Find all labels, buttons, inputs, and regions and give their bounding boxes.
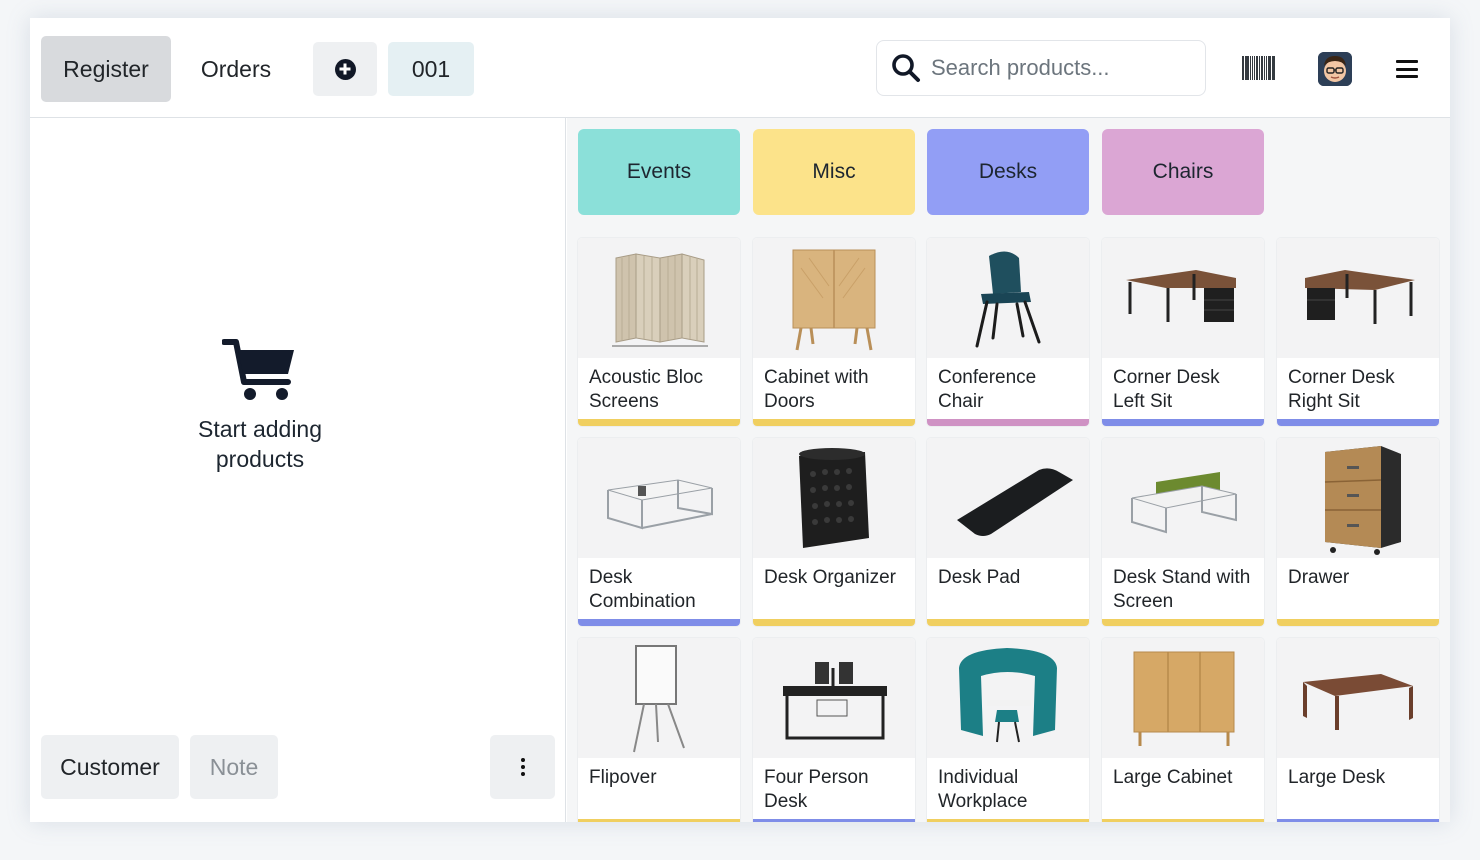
product-image-corner-desk-left [1102, 238, 1264, 358]
orders-button[interactable]: Orders [180, 36, 292, 102]
register-button[interactable]: Register [41, 36, 171, 102]
product-card[interactable]: Corner Desk Left Sit [1102, 238, 1264, 426]
category-chairs[interactable]: Chairs [1102, 129, 1264, 215]
product-card[interactable]: Individual Workplace [927, 638, 1089, 822]
register-label: Register [63, 55, 149, 82]
product-card[interactable]: Desk Combination [578, 438, 740, 626]
category-color-bar [578, 819, 740, 822]
new-order-button[interactable] [313, 42, 377, 96]
orders-label: Orders [200, 55, 272, 82]
product-image-desk-organizer [753, 438, 915, 558]
category-desks-label: Desks [978, 160, 1038, 183]
product-card[interactable]: Cabinet with Doors [753, 238, 915, 426]
product-image-drawer [1277, 438, 1439, 558]
product-name: Four Person Desk [764, 767, 869, 812]
shopping-cart-icon [222, 339, 294, 400]
product-card[interactable]: Flipover [578, 638, 740, 822]
product-card[interactable]: Acoustic Bloc Screens [578, 238, 740, 426]
plus-circle-icon [334, 58, 356, 80]
product-card[interactable]: Four Person Desk [753, 638, 915, 822]
product-card[interactable]: Desk Organizer [753, 438, 915, 626]
search-box[interactable] [876, 40, 1206, 96]
category-color-bar [927, 819, 1089, 822]
order-number: 001 [411, 55, 451, 82]
product-image-large-desk [1277, 638, 1439, 758]
category-color-bar [927, 619, 1089, 626]
product-name: Corner Desk Right Sit [1288, 367, 1395, 412]
product-card[interactable]: Corner Desk Right Sit [1277, 238, 1439, 426]
hamburger-menu-icon[interactable] [1396, 60, 1418, 78]
product-name: Cabinet with Doors [764, 367, 869, 412]
vertical-dots-icon [520, 758, 525, 776]
product-name: Large Desk [1288, 767, 1386, 788]
category-events-label: Events [626, 160, 692, 183]
order-tab-001[interactable]: 001 [388, 42, 474, 96]
category-misc-label: Misc [812, 160, 856, 183]
product-card[interactable]: Large Cabinet [1102, 638, 1264, 822]
search-icon [892, 54, 920, 82]
category-events[interactable]: Events [578, 129, 740, 215]
category-color-bar [753, 419, 915, 426]
empty-cart-line2: products [215, 446, 305, 472]
category-color-bar [753, 819, 915, 822]
product-image-corner-desk-right [1277, 238, 1439, 358]
product-image-large-cabinet [1102, 638, 1264, 758]
product-image-desk-pad [927, 438, 1089, 558]
empty-cart-state: Start adding products [30, 338, 490, 474]
category-desks[interactable]: Desks [927, 129, 1089, 215]
product-name: Desk Combination [589, 567, 696, 612]
order-panel: Start adding products Customer Note [30, 118, 566, 822]
category-color-bar [1277, 819, 1439, 822]
product-name: Desk Stand with Screen [1113, 567, 1251, 612]
empty-cart-line1: Start adding [197, 416, 323, 442]
category-color-bar [1277, 419, 1439, 426]
product-name: Large Cabinet [1113, 767, 1233, 788]
category-color-bar [753, 619, 915, 626]
product-image-acoustic-screens [578, 238, 740, 358]
product-card[interactable]: Drawer [1277, 438, 1439, 626]
product-card[interactable]: Conference Chair [927, 238, 1089, 426]
category-color-bar [1102, 819, 1264, 822]
customer-label: Customer [60, 753, 160, 780]
note-button[interactable]: Note [190, 735, 278, 799]
note-label: Note [209, 753, 259, 780]
product-name: Desk Organizer [764, 567, 896, 588]
user-avatar[interactable] [1318, 52, 1352, 86]
category-color-bar [1277, 619, 1439, 626]
product-name: Acoustic Bloc Screens [589, 367, 704, 412]
product-panel: Events Misc Desks Chairs Acoustic Bloc S… [567, 118, 1450, 822]
product-name: Drawer [1288, 567, 1350, 588]
product-image-desk-combination [578, 438, 740, 558]
product-card[interactable]: Large Desk [1277, 638, 1439, 822]
category-misc[interactable]: Misc [753, 129, 915, 215]
product-image-flipover [578, 638, 740, 758]
product-name: Conference Chair [938, 367, 1037, 412]
product-name: Desk Pad [938, 567, 1021, 588]
product-name: Corner Desk Left Sit [1113, 367, 1220, 412]
pos-window: Register Orders 001 Search products... S… [30, 18, 1450, 822]
product-image-conference-chair [927, 238, 1089, 358]
product-image-cabinet-doors [753, 238, 915, 358]
product-card[interactable]: Desk Stand with Screen [1102, 438, 1264, 626]
barcode-icon[interactable] [1242, 56, 1276, 80]
customer-button[interactable]: Customer [41, 735, 179, 799]
category-color-bar [927, 419, 1089, 426]
more-actions-button[interactable] [490, 735, 555, 799]
product-card[interactable]: Desk Pad [927, 438, 1089, 626]
product-image-desk-stand-screen [1102, 438, 1264, 558]
search-input[interactable] [931, 55, 1191, 81]
product-image-four-person-desk [753, 638, 915, 758]
top-bar: Register Orders 001 [30, 18, 1450, 118]
category-color-bar [578, 619, 740, 626]
category-chairs-label: Chairs [1152, 160, 1214, 183]
product-name: Individual Workplace [938, 767, 1028, 812]
product-image-individual-workplace [927, 638, 1089, 758]
category-color-bar [1102, 419, 1264, 426]
category-color-bar [578, 419, 740, 426]
product-name: Flipover [589, 767, 657, 788]
category-color-bar [1102, 619, 1264, 626]
